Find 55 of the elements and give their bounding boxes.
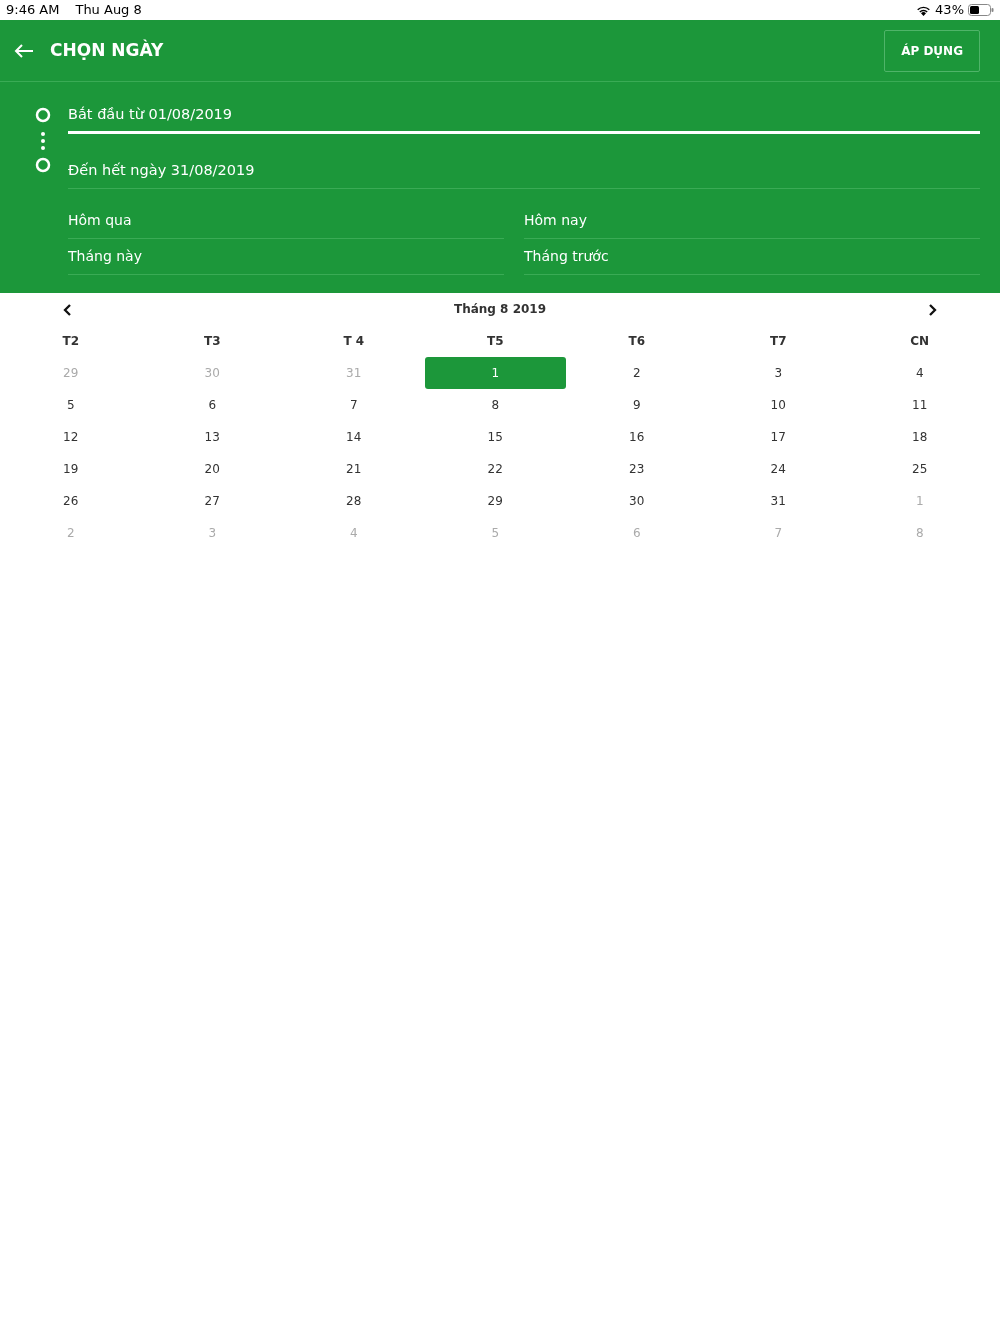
weekday-label: T 4 <box>342 333 366 350</box>
day-cell[interactable]: 21 <box>283 453 425 485</box>
day-cell[interactable]: 20 <box>141 453 283 485</box>
battery-icon <box>968 4 994 16</box>
shortcut-option[interactable]: Hôm nay <box>524 203 980 239</box>
day-cell[interactable]: 15 <box>424 421 566 453</box>
status-date: Thu Aug 8 <box>75 1 142 20</box>
day-cell[interactable]: 5 <box>0 389 142 421</box>
date-field[interactable]: Đến hết ngày 31/08/2019 <box>68 151 980 189</box>
date-field[interactable]: Bắt đầu từ 01/08/2019 <box>68 96 980 134</box>
day-cell[interactable]: 8 <box>424 389 566 421</box>
day-cell[interactable]: 19 <box>0 453 142 485</box>
day-cell[interactable]: 26 <box>0 485 142 517</box>
day-cell[interactable]: 2 <box>566 357 708 389</box>
weekday-label: T7 <box>768 333 788 350</box>
day-cell[interactable]: 17 <box>707 421 849 453</box>
day-cell[interactable]: 23 <box>566 453 708 485</box>
wifi-icon <box>916 4 932 16</box>
end-circle-icon <box>35 157 51 173</box>
shortcut-option[interactable]: Tháng trước <box>524 239 980 275</box>
day-cell[interactable]: 29 <box>424 485 566 517</box>
day-cell[interactable]: 12 <box>0 421 142 453</box>
day-cell[interactable]: 18 <box>849 421 991 453</box>
weekday-label: T2 <box>61 333 80 350</box>
day-cell[interactable]: 13 <box>141 421 283 453</box>
status-time: 9:46 AM <box>6 1 60 20</box>
shortcut-option[interactable]: Hôm qua <box>68 203 504 239</box>
weekday-label: T5 <box>485 333 505 350</box>
day-cell[interactable]: 4 <box>849 357 991 389</box>
page-title: CHỌN NGÀY <box>50 38 164 62</box>
day-cell[interactable]: 10 <box>707 389 849 421</box>
day-cell[interactable]: 14 <box>283 421 425 453</box>
battery-percent: 43% <box>935 1 964 20</box>
day-cell[interactable]: 27 <box>141 485 283 517</box>
weekday-label: T3 <box>202 333 222 350</box>
day-cell[interactable]: 22 <box>424 453 566 485</box>
day-cell[interactable]: 30 <box>566 485 708 517</box>
day-cell[interactable]: 1 <box>424 357 566 389</box>
day-cell[interactable]: 24 <box>707 453 849 485</box>
apply-button[interactable]: ÁP DỤNG <box>884 29 980 72</box>
day-cell[interactable]: 7 <box>283 389 425 421</box>
day-cell[interactable]: 16 <box>566 421 708 453</box>
month-label: Tháng 8 2019 <box>453 301 547 318</box>
day-cell[interactable]: 6 <box>141 389 283 421</box>
day-cell[interactable]: 28 <box>283 485 425 517</box>
day-cell[interactable]: 11 <box>849 389 991 421</box>
weekday-label: T6 <box>627 333 646 350</box>
weekday-label: CN <box>909 333 931 350</box>
start-circle-icon <box>35 107 51 123</box>
dots-icon <box>40 131 46 151</box>
day-cell[interactable]: 31 <box>707 485 849 517</box>
day-cell[interactable]: 9 <box>566 389 708 421</box>
shortcut-option[interactable]: Tháng này <box>68 239 504 275</box>
day-cell[interactable]: 25 <box>849 453 991 485</box>
day-cell[interactable]: 3 <box>707 357 849 389</box>
